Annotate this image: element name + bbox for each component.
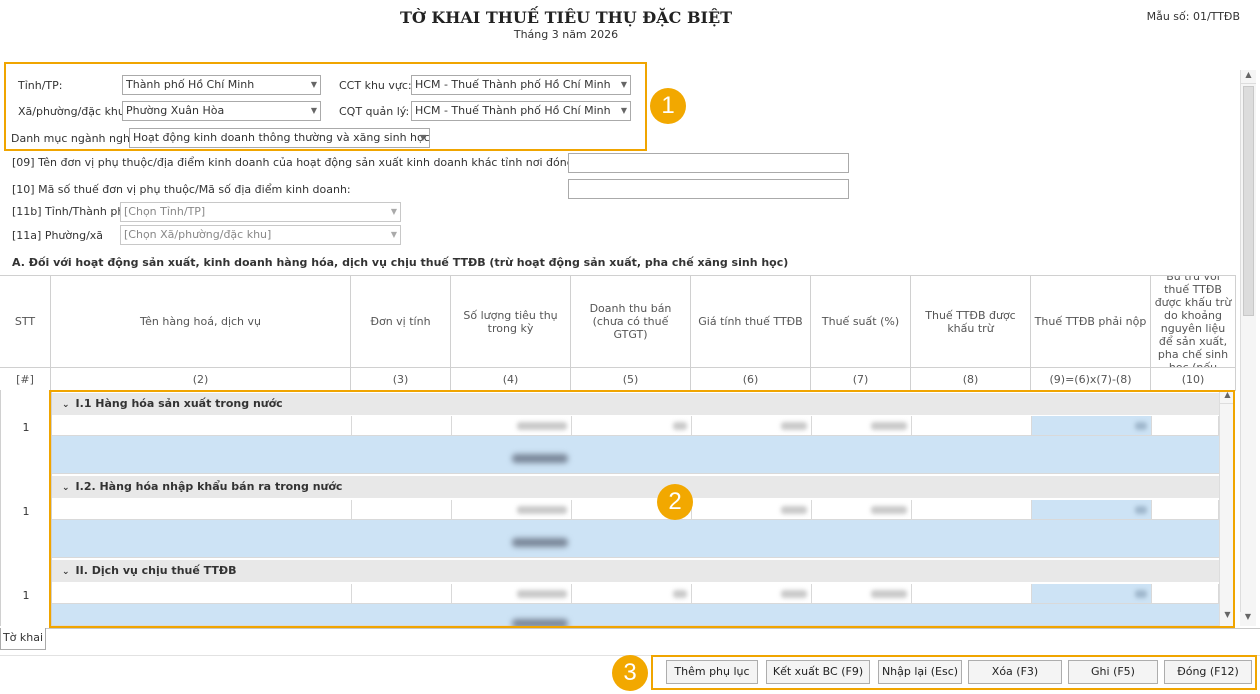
chevron-down-icon: ▼ <box>390 230 397 239</box>
tab-strip-line <box>0 628 1260 629</box>
page-title: TỜ KHAI THUẾ TIÊU THỤ ĐẶC BIỆT <box>399 8 733 27</box>
ward-select[interactable]: Phường Xuân Hòa ▼ <box>122 101 321 121</box>
field-11b-placeholder: [Chọn Tỉnh/TP] <box>124 205 206 218</box>
save-button[interactable]: Ghi (F5) <box>1068 660 1158 684</box>
code-stt: [#] <box>0 368 51 391</box>
cqt-value: HCM - Thuế Thành phố Hồ Chí Minh <box>415 104 611 117</box>
ward-value: Phường Xuân Hòa <box>126 104 225 117</box>
period-subtitle: Tháng 3 năm 2026 <box>513 28 619 41</box>
code-5: (5) <box>571 368 691 391</box>
province-label: Tỉnh/TP: <box>18 79 63 92</box>
scroll-thumb[interactable] <box>1243 86 1254 316</box>
chevron-down-icon: ▼ <box>620 80 627 89</box>
add-appendix-button[interactable]: Thêm phụ lục <box>666 660 758 684</box>
field-11a-select[interactable]: [Chọn Xã/phường/đặc khu] ▼ <box>120 225 401 245</box>
field-11b-select[interactable]: [Chọn Tỉnh/TP] ▼ <box>120 202 401 222</box>
table-header: STT Tên hàng hoá, dịch vụ Đơn vị tính Số… <box>0 275 1236 391</box>
industry-value: Hoạt động kinh doanh thông thường và xăn… <box>133 131 430 144</box>
code-7: (7) <box>811 368 911 391</box>
header-taxable-price: Giá tính thuế TTĐB <box>691 276 811 368</box>
header-quantity: Số lượng tiêu thụ trong kỳ <box>451 276 571 368</box>
scroll-up-icon[interactable]: ▲ <box>1241 70 1256 84</box>
header-tax-rate: Thuế suất (%) <box>811 276 911 368</box>
code-9: (9)=(6)x(7)-(8) <box>1031 368 1151 391</box>
code-10: (10) <box>1151 368 1236 391</box>
header-payable: Thuế TTĐB phải nộp <box>1031 276 1151 368</box>
industry-select[interactable]: Hoạt động kinh doanh thông thường và xăn… <box>129 128 430 148</box>
form-code: Mẫu số: 01/TTĐB <box>1146 10 1240 23</box>
province-select[interactable]: Thành phố Hồ Chí Minh ▼ <box>122 75 321 95</box>
chevron-down-icon: ▼ <box>390 207 397 216</box>
code-6: (6) <box>691 368 811 391</box>
badge-1: 1 <box>650 88 686 124</box>
page-scrollbar[interactable]: ▲ <box>1240 70 1256 626</box>
code-3: (3) <box>351 368 451 391</box>
ward-label: Xã/phường/đặc khu: <box>18 105 129 118</box>
code-8: (8) <box>911 368 1031 391</box>
grid-highlight-box <box>49 390 1235 628</box>
industry-label: Danh mục ngành nghề: <box>11 132 141 145</box>
row-stt: 1 <box>22 505 30 518</box>
header-deductible: Thuế TTĐB được khấu trừ <box>911 276 1031 368</box>
header-unit: Đơn vị tính <box>351 276 451 368</box>
tab-declaration[interactable]: Tờ khai <box>0 628 46 650</box>
field-11b-label: [11b] Tỉnh/Thành phố <box>12 205 132 218</box>
scroll-down-icon[interactable]: ▼ <box>1240 612 1256 626</box>
header-name: Tên hàng hoá, dịch vụ <box>51 276 351 368</box>
reset-button[interactable]: Nhập lại (Esc) <box>878 660 962 684</box>
province-value: Thành phố Hồ Chí Minh <box>126 78 255 91</box>
code-2: (2) <box>51 368 351 391</box>
cqt-label: CQT quản lý: <box>339 105 410 118</box>
field-11a-label: [11a] Phường/xã <box>12 229 104 242</box>
row-stt: 1 <box>22 589 30 602</box>
field-11a-placeholder: [Chọn Xã/phường/đặc khu] <box>124 228 272 241</box>
header-offset: Bù trừ với thuế TTĐB được khấu trừ do kh… <box>1151 276 1236 368</box>
row-stt: 1 <box>22 421 30 434</box>
chevron-down-icon: ▼ <box>419 133 426 142</box>
delete-button[interactable]: Xóa (F3) <box>968 660 1062 684</box>
field-10-label: [10] Mã số thuế đơn vị phụ thuộc/Mã số đ… <box>12 183 351 196</box>
cqt-select[interactable]: HCM - Thuế Thành phố Hồ Chí Minh ▼ <box>411 101 631 121</box>
chevron-down-icon: ▼ <box>310 106 317 115</box>
field-09-input[interactable] <box>568 153 849 173</box>
code-4: (4) <box>451 368 571 391</box>
field-10-input[interactable] <box>568 179 849 199</box>
close-button[interactable]: Đóng (F12) <box>1164 660 1252 684</box>
cct-label: CCT khu vực: <box>339 79 412 92</box>
badge-2: 2 <box>657 484 693 520</box>
header-stt: STT <box>0 276 51 368</box>
chevron-down-icon: ▼ <box>310 80 317 89</box>
export-report-button[interactable]: Kết xuất BC (F9) <box>766 660 870 684</box>
badge-3: 3 <box>612 655 648 691</box>
field-09-label: [09] Tên đơn vị phụ thuộc/địa điểm kinh … <box>12 156 647 169</box>
chevron-down-icon: ▼ <box>620 106 627 115</box>
section-a-heading: A. Đối với hoạt động sản xuất, kinh doan… <box>12 256 789 269</box>
cct-select[interactable]: HCM - Thuế Thành phố Hồ Chí Minh ▼ <box>411 75 631 95</box>
cct-value: HCM - Thuế Thành phố Hồ Chí Minh <box>415 78 611 91</box>
header-revenue: Doanh thu bán (chưa có thuế GTGT) <box>571 276 691 368</box>
